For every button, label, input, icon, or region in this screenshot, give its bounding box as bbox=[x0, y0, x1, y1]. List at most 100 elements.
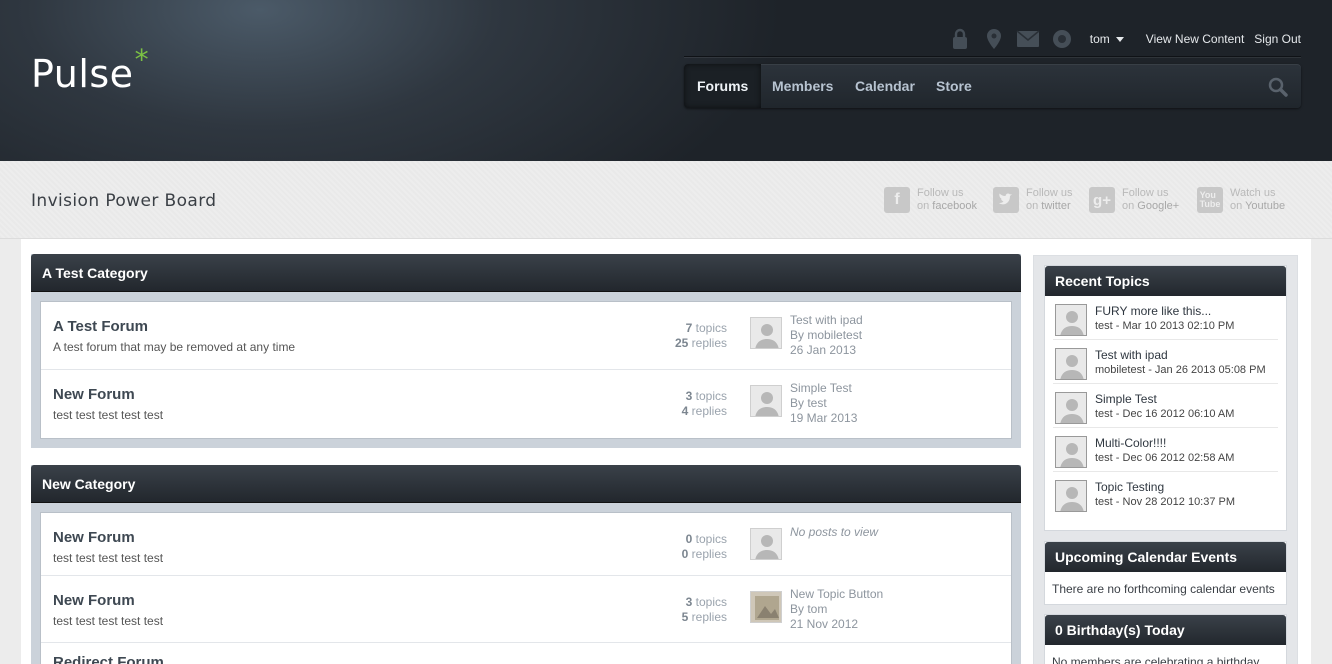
birthdays-title: 0 Birthday(s) Today bbox=[1045, 615, 1286, 645]
board-title[interactable]: Invision Power Board bbox=[31, 191, 217, 211]
forum-name[interactable]: A Test Forum bbox=[53, 318, 148, 335]
topic-meta: test - Dec 06 2012 02:58 AM bbox=[1095, 452, 1235, 464]
forum-stats: 7 topics 25 replies bbox=[674, 321, 727, 350]
site-logo[interactable]: Pulse* bbox=[31, 43, 149, 96]
user-bar: tom View New Content Sign Out bbox=[938, 26, 1301, 52]
last-post-title[interactable]: Simple Test bbox=[790, 381, 852, 395]
forum-row: New Forum test test test test test 0 top… bbox=[41, 513, 1011, 576]
forum-row: New Forum test test test test test 3 top… bbox=[41, 576, 1011, 643]
category-a-test: A Test Category A Test Forum A test foru… bbox=[31, 254, 1021, 448]
forum-stats: 0 topics 0 replies bbox=[681, 532, 727, 561]
list-item: Test with ipad mobiletest - Jan 26 2013 … bbox=[1053, 340, 1278, 384]
last-post-title[interactable]: New Topic Button bbox=[790, 587, 883, 601]
follow-facebook-text: Follow us on facebook bbox=[917, 187, 977, 212]
topic-title[interactable]: Simple Test bbox=[1095, 392, 1157, 406]
follow-twitter-text: Follow us on twitter bbox=[1026, 187, 1073, 212]
recent-topics-title: Recent Topics bbox=[1045, 266, 1286, 296]
avatar[interactable] bbox=[750, 317, 782, 349]
topic-title[interactable]: Test with ipad bbox=[1095, 348, 1168, 362]
header-divider bbox=[684, 56, 1301, 57]
forum-row: Redirect Forum bbox=[41, 643, 1011, 664]
last-post: No posts to view bbox=[790, 525, 878, 540]
notifications-icon[interactable] bbox=[1050, 27, 1074, 51]
topic-meta: test - Mar 10 2013 02:10 PM bbox=[1095, 320, 1235, 332]
birthdays-box: 0 Birthday(s) Today No members are celeb… bbox=[1044, 614, 1287, 664]
last-post-title[interactable]: Test with ipad bbox=[790, 313, 863, 327]
forum-row: New Forum test test test test test 3 top… bbox=[41, 370, 1011, 438]
avatar[interactable] bbox=[1055, 392, 1087, 424]
follow-twitter[interactable]: Follow us on twitter bbox=[993, 185, 1072, 215]
avatar[interactable] bbox=[1055, 304, 1087, 336]
avatar bbox=[750, 528, 782, 560]
forum-name[interactable]: Redirect Forum bbox=[53, 654, 164, 664]
list-item: FURY more like this... test - Mar 10 201… bbox=[1053, 296, 1278, 340]
topic-meta: test - Dec 16 2012 06:10 AM bbox=[1095, 408, 1235, 420]
board-bar: Invision Power Board f Follow us on faceb… bbox=[0, 161, 1332, 239]
sidebar: Recent Topics FURY more like this... tes… bbox=[1033, 255, 1298, 664]
lock-icon[interactable] bbox=[948, 27, 972, 51]
main-content: A Test Category A Test Forum A test foru… bbox=[21, 239, 1311, 664]
topic-title[interactable]: FURY more like this... bbox=[1095, 304, 1211, 318]
username: tom bbox=[1089, 32, 1110, 46]
forum-list: A Test Forum A test forum that may be re… bbox=[40, 301, 1012, 439]
forum-stats: 3 topics 4 replies bbox=[681, 389, 727, 418]
forum-stats: 3 topics 5 replies bbox=[681, 595, 727, 624]
view-new-content-link[interactable]: View New Content bbox=[1146, 32, 1245, 46]
tab-members[interactable]: Members bbox=[759, 64, 846, 108]
category-title[interactable]: A Test Category bbox=[31, 254, 1021, 292]
site-header: Pulse* tom View New Content Sign Out For… bbox=[0, 0, 1332, 161]
list-item: Multi-Color!!!! test - Dec 06 2012 02:58… bbox=[1053, 428, 1278, 472]
list-item: Topic Testing test - Nov 28 2012 10:37 P… bbox=[1053, 472, 1278, 516]
calendar-events-box: Upcoming Calendar Events There are no fo… bbox=[1044, 541, 1287, 605]
mail-icon[interactable] bbox=[1016, 27, 1040, 51]
forum-name[interactable]: New Forum bbox=[53, 386, 135, 403]
birthdays-text: No members are celebrating a birthday bbox=[1052, 655, 1260, 664]
forum-list: New Forum test test test test test 0 top… bbox=[40, 512, 1012, 664]
avatar[interactable] bbox=[1055, 480, 1087, 512]
primary-nav: Forums Members Calendar Store bbox=[684, 64, 1301, 108]
tab-calendar[interactable]: Calendar bbox=[842, 64, 928, 108]
topic-title[interactable]: Topic Testing bbox=[1095, 480, 1164, 494]
last-post: Simple Test By test 19 Mar 2013 bbox=[790, 381, 858, 425]
topic-meta: mobiletest - Jan 26 2013 05:08 PM bbox=[1095, 364, 1266, 376]
forum-description: test test test test test bbox=[53, 614, 164, 628]
forum-row: A Test Forum A test forum that may be re… bbox=[41, 302, 1011, 370]
tab-store[interactable]: Store bbox=[923, 64, 985, 108]
google-plus-icon: g+ bbox=[1089, 187, 1115, 213]
search-icon[interactable] bbox=[1267, 76, 1289, 98]
tab-forums[interactable]: Forums bbox=[684, 64, 762, 108]
calendar-events-text: There are no forthcoming calendar events bbox=[1052, 582, 1275, 596]
avatar[interactable] bbox=[1055, 348, 1087, 380]
twitter-icon bbox=[993, 187, 1019, 213]
forum-name[interactable]: New Forum bbox=[53, 529, 135, 546]
forum-description: test test test test test bbox=[53, 551, 164, 565]
sign-out-link[interactable]: Sign Out bbox=[1254, 32, 1301, 46]
list-item: Simple Test test - Dec 16 2012 06:10 AM bbox=[1053, 384, 1278, 428]
follow-google-plus-text: Follow us on Google+ bbox=[1122, 187, 1180, 212]
topic-title[interactable]: Multi-Color!!!! bbox=[1095, 436, 1166, 450]
user-menu[interactable]: tom bbox=[1090, 32, 1124, 46]
topic-meta: test - Nov 28 2012 10:37 PM bbox=[1095, 496, 1236, 508]
follow-google-plus[interactable]: g+ Follow us on Google+ bbox=[1089, 185, 1179, 215]
chevron-down-icon bbox=[1115, 36, 1124, 42]
avatar[interactable] bbox=[750, 591, 782, 623]
follow-facebook[interactable]: f Follow us on facebook bbox=[884, 185, 977, 215]
no-posts-text: No posts to view bbox=[790, 525, 879, 539]
forum-description: A test forum that may be removed at any … bbox=[53, 340, 296, 354]
category-new: New Category New Forum test test test te… bbox=[31, 465, 1021, 664]
forum-name[interactable]: New Forum bbox=[53, 592, 135, 609]
recent-topics-box: Recent Topics FURY more like this... tes… bbox=[1044, 265, 1287, 531]
location-pin-icon[interactable] bbox=[982, 27, 1006, 51]
last-post: Test with ipad By mobiletest 26 Jan 2013 bbox=[790, 313, 863, 357]
watch-youtube-text: Watch us on Youtube bbox=[1230, 187, 1286, 212]
last-post: New Topic Button By tom 21 Nov 2012 bbox=[790, 587, 884, 631]
calendar-events-title: Upcoming Calendar Events bbox=[1045, 542, 1286, 572]
watch-youtube[interactable]: You Tube Watch us on Youtube bbox=[1197, 185, 1285, 215]
youtube-icon: You Tube bbox=[1197, 187, 1223, 213]
recent-topics-list: FURY more like this... test - Mar 10 201… bbox=[1045, 296, 1286, 516]
avatar[interactable] bbox=[1055, 436, 1087, 468]
avatar[interactable] bbox=[750, 385, 782, 417]
facebook-icon: f bbox=[884, 187, 910, 213]
category-title[interactable]: New Category bbox=[31, 465, 1021, 503]
forum-description: test test test test test bbox=[53, 408, 164, 422]
